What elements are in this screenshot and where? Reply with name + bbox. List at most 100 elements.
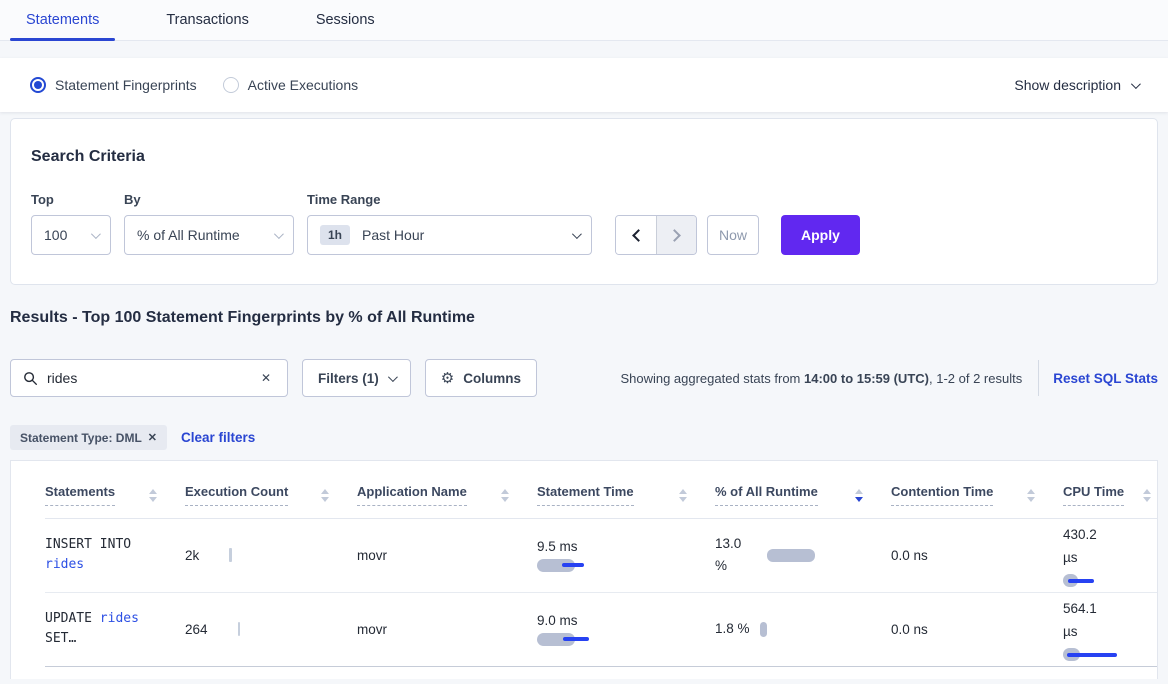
search-criteria-card: Search Criteria Top 100 By % of All Runt… [10, 118, 1158, 285]
tab-sessions[interactable]: Sessions [300, 0, 391, 40]
statements-table-card: Statements Execution Count Application Nam… [10, 460, 1158, 679]
column-header-statement-time[interactable]: Statement Time [537, 473, 715, 518]
table-row: UPDATE rides SET… 264movr9.0 ms1.8 %0.0 ns… [45, 592, 1157, 666]
sort-icon[interactable] [501, 489, 509, 502]
chevron-right-icon [668, 229, 681, 242]
column-label[interactable]: Application Name [357, 484, 467, 506]
clear-filters-link[interactable]: Clear filters [181, 430, 255, 445]
value-bar [537, 559, 575, 572]
column-header-cpu-time[interactable]: CPU Time [1063, 473, 1157, 518]
status-text: Showing aggregated stats from 14:00 to 1… [620, 371, 1022, 386]
statement-cell: INSERT INTO rides [45, 518, 185, 592]
top-field: Top 100 [31, 192, 111, 255]
application-name-cell: movr [357, 518, 537, 592]
filters-button[interactable]: Filters (1) [302, 359, 411, 397]
contention-time-cell: 0.0 ns [891, 518, 1063, 592]
count-bar [229, 548, 232, 562]
value-bar [767, 549, 815, 562]
time-range-badge: 1h [320, 225, 350, 245]
clear-search-icon[interactable]: ✕ [257, 369, 275, 387]
table-row: INSERT INTOrides2kmovr9.5 ms13.0 %0.0 ns… [45, 518, 1157, 592]
show-description-toggle[interactable]: Show description [1014, 77, 1138, 93]
top-label: Top [31, 192, 111, 207]
show-description-label: Show description [1014, 77, 1121, 93]
value-bar [760, 622, 767, 637]
by-field: By % of All Runtime [124, 192, 294, 255]
column-label[interactable]: % of All Runtime [715, 484, 818, 506]
statement-time-cell: 9.0 ms [537, 592, 715, 666]
pct-runtime-cell: 13.0 % [715, 518, 891, 592]
chevron-down-icon [388, 372, 398, 382]
sort-icon[interactable] [1143, 489, 1151, 502]
divider [1038, 360, 1039, 396]
statement-text: UPDATE [45, 611, 100, 626]
column-label[interactable]: CPU Time [1063, 484, 1124, 506]
chevron-down-icon [91, 229, 101, 239]
search-icon [23, 371, 38, 386]
radio-active-executions[interactable]: Active Executions [223, 77, 359, 93]
cpu-time-cell: 430.2 µs [1063, 518, 1157, 592]
chevron-down-icon [1131, 79, 1141, 89]
statement-text: SET… [45, 631, 76, 646]
column-header-execution-count[interactable]: Execution Count [185, 473, 357, 518]
remove-filter-icon[interactable]: ✕ [148, 431, 157, 444]
gear-icon: ⚙ [441, 371, 454, 386]
now-button[interactable]: Now [707, 215, 759, 255]
sort-icon[interactable] [1027, 489, 1035, 502]
previous-time-button[interactable] [616, 216, 656, 254]
column-header-statements[interactable]: Statements [45, 473, 185, 518]
contention-time-cell: 0.0 ns [891, 592, 1063, 666]
application-name-cell: movr [357, 592, 537, 666]
apply-button[interactable]: Apply [781, 215, 860, 255]
sort-icon[interactable] [321, 489, 329, 502]
top-select[interactable]: 100 [31, 215, 111, 255]
results-toolbar: ✕ Filters (1) ⚙ Columns Showing aggregat… [10, 358, 1158, 398]
execution-count-cell: 264 [185, 592, 357, 666]
value-bar [1063, 574, 1078, 587]
time-pager [615, 215, 697, 255]
value-bar [537, 633, 575, 646]
column-header--of-all-runtime[interactable]: % of All Runtime [715, 473, 891, 518]
status-group: Showing aggregated stats from 14:00 to 1… [620, 360, 1158, 396]
by-label: By [124, 192, 294, 207]
columns-button[interactable]: ⚙ Columns [425, 359, 537, 397]
radio-statement-fingerprints[interactable]: Statement Fingerprints [30, 77, 197, 93]
tab-transactions[interactable]: Transactions [150, 0, 264, 40]
statements-table: Statements Execution Count Application Nam… [45, 473, 1157, 667]
search-box[interactable]: ✕ [10, 359, 288, 397]
statement-link[interactable]: rides [45, 557, 84, 572]
time-range-label: Time Range [307, 192, 592, 207]
radio-icon [223, 77, 239, 93]
by-select[interactable]: % of All Runtime [124, 215, 294, 255]
column-label[interactable]: Contention Time [891, 484, 993, 506]
radio-label: Active Executions [248, 77, 359, 93]
reset-sql-stats-link[interactable]: Reset SQL Stats [1053, 371, 1158, 386]
statement-cell: UPDATE rides SET… [45, 592, 185, 666]
sort-icon[interactable] [855, 489, 863, 502]
tab-statements[interactable]: Statements [10, 0, 115, 40]
radio-label: Statement Fingerprints [55, 77, 197, 93]
results-heading: Results - Top 100 Statement Fingerprints… [10, 308, 1158, 328]
sort-icon[interactable] [149, 489, 157, 502]
time-range-select[interactable]: 1h Past Hour [307, 215, 592, 255]
chevron-left-icon [632, 229, 645, 242]
sort-icon[interactable] [679, 489, 687, 502]
column-header-contention-time[interactable]: Contention Time [891, 473, 1063, 518]
page-tabs: Statements Transactions Sessions [0, 0, 1168, 41]
pct-runtime-cell: 1.8 % [715, 592, 891, 666]
statement-text: INSERT INTO [45, 537, 131, 552]
filter-chip[interactable]: Statement Type: DML ✕ [10, 425, 167, 450]
next-time-button[interactable] [656, 216, 696, 254]
cpu-time-cell: 564.1 µs [1063, 592, 1157, 666]
column-label[interactable]: Statement Time [537, 484, 634, 506]
search-criteria-title: Search Criteria [31, 148, 1137, 166]
chevron-down-icon [572, 229, 582, 239]
filters-label: Filters (1) [318, 371, 379, 386]
statement-link[interactable]: rides [100, 611, 139, 626]
column-label[interactable]: Statements [45, 484, 115, 506]
time-range-value: Past Hour [362, 227, 424, 243]
chevron-down-icon [274, 229, 284, 239]
search-input[interactable] [47, 370, 257, 386]
column-header-application-name[interactable]: Application Name [357, 473, 537, 518]
column-label[interactable]: Execution Count [185, 484, 288, 506]
